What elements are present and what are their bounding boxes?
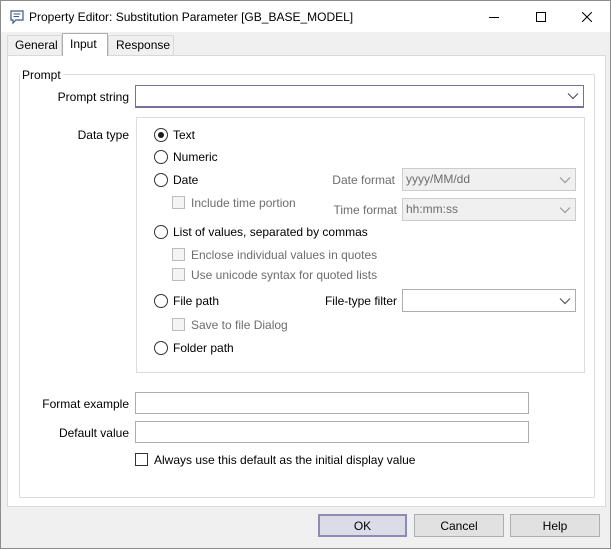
file-type-filter-label: File-type filter	[324, 294, 397, 308]
default-value-field[interactable]	[135, 421, 529, 443]
date-format-label: Date format	[332, 173, 395, 187]
chevron-down-icon	[567, 93, 579, 100]
date-format-value: yyyy/MM/dd	[406, 172, 471, 186]
maximize-button[interactable]	[518, 1, 564, 32]
save-to-file-dialog-checkbox[interactable]	[172, 318, 185, 331]
tab-input[interactable]: Input	[62, 33, 108, 56]
format-example-field[interactable]	[135, 392, 529, 414]
enclose-quotes-label: Enclose individual values in quotes	[191, 248, 378, 262]
data-type-label: Data type	[77, 128, 129, 142]
file-path-radio-label: File path	[173, 294, 220, 308]
maximize-icon	[536, 11, 546, 22]
property-editor-window: Property Editor: Substitution Parameter …	[0, 0, 611, 549]
folder-path-radio-label: Folder path	[173, 341, 234, 355]
time-format-value: hh:mm:ss	[406, 202, 459, 216]
unicode-syntax-label: Use unicode syntax for quoted lists	[191, 268, 378, 282]
file-path-radio[interactable]	[154, 294, 168, 308]
file-type-filter-combo[interactable]	[402, 289, 576, 312]
prompt-string-label: Prompt string	[57, 90, 129, 104]
chevron-down-icon	[559, 176, 571, 183]
close-button[interactable]	[564, 1, 610, 32]
chevron-down-icon	[559, 297, 571, 304]
numeric-radio-label: Numeric	[173, 150, 218, 164]
title-bar[interactable]: Property Editor: Substitution Parameter …	[1, 1, 610, 32]
speech-bubble-icon	[9, 9, 25, 25]
list-radio-label: List of values, separated by commas	[173, 225, 368, 239]
close-icon	[582, 11, 592, 22]
cancel-button[interactable]: Cancel	[414, 514, 504, 537]
include-time-checkbox[interactable]	[172, 196, 185, 209]
save-to-file-dialog-label: Save to file Dialog	[191, 318, 288, 332]
ok-button[interactable]: OK	[318, 514, 407, 537]
text-radio[interactable]	[154, 128, 168, 142]
tab-general[interactable]: General	[7, 35, 62, 55]
minimize-button[interactable]	[471, 1, 517, 32]
list-radio[interactable]	[154, 225, 168, 239]
input-tab-panel: Prompt Prompt string Data type Text Nume…	[7, 55, 606, 507]
prompt-group-legend: Prompt	[20, 68, 63, 82]
time-format-combo[interactable]: hh:mm:ss	[402, 198, 576, 221]
always-default-checkbox[interactable]	[135, 453, 148, 466]
folder-path-radio[interactable]	[154, 341, 168, 355]
date-radio[interactable]	[154, 173, 168, 187]
always-default-label: Always use this default as the initial d…	[154, 453, 416, 467]
enclose-quotes-checkbox[interactable]	[172, 248, 185, 261]
prompt-string-combo[interactable]	[135, 85, 584, 108]
time-format-label: Time format	[333, 203, 397, 217]
default-value-label: Default value	[58, 426, 129, 440]
numeric-radio[interactable]	[154, 150, 168, 164]
date-format-combo[interactable]: yyyy/MM/dd	[402, 168, 576, 191]
chevron-down-icon	[559, 206, 571, 213]
help-button[interactable]: Help	[510, 514, 600, 537]
date-radio-label: Date	[173, 173, 199, 187]
window-title: Property Editor: Substitution Parameter …	[29, 10, 354, 24]
format-example-label: Format example	[42, 397, 129, 411]
unicode-syntax-checkbox[interactable]	[172, 268, 185, 281]
tab-response[interactable]: Response	[108, 35, 174, 55]
text-radio-label: Text	[173, 128, 196, 142]
minimize-icon	[489, 16, 499, 18]
